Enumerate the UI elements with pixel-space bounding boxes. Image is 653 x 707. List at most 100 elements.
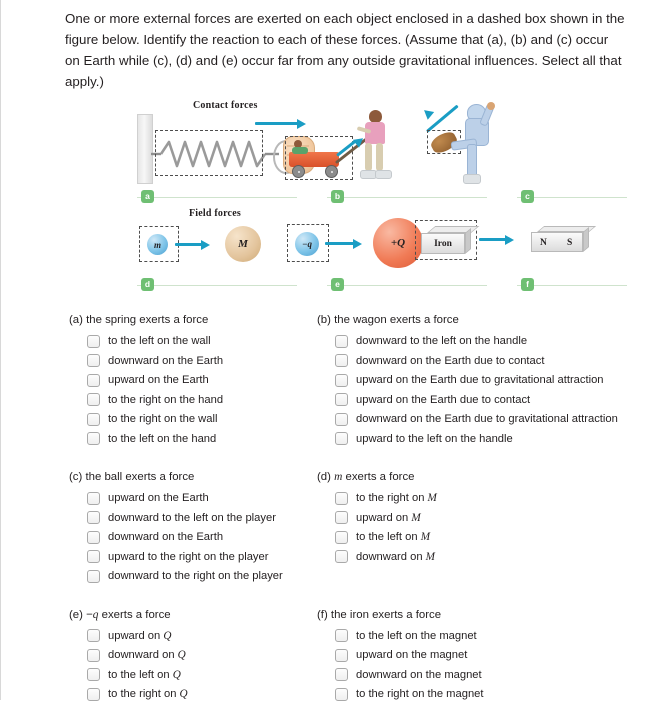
- magnet-north-label: N: [540, 238, 547, 248]
- option-b-1-label: downward to the left on the handle: [356, 335, 528, 347]
- question-content: One or more external forces are exerted …: [59, 0, 653, 707]
- option-f-3-label: downward on the magnet: [356, 668, 482, 681]
- checkbox-b-5[interactable]: [335, 412, 348, 426]
- iron-block: Iron: [421, 226, 480, 254]
- option-a-5[interactable]: to the right on the wall: [61, 412, 293, 426]
- checkbox-a-3[interactable]: [87, 373, 100, 387]
- checkbox-f-2[interactable]: [335, 648, 348, 662]
- option-d-1[interactable]: to the right on M: [309, 491, 609, 505]
- option-f-3[interactable]: downward on the magnet: [309, 668, 609, 682]
- checkbox-e-1[interactable]: [87, 629, 100, 642]
- checkbox-c-4[interactable]: [87, 550, 100, 563]
- answer-group-a: (a) the spring exerts a force to the lef…: [61, 313, 293, 451]
- answer-row-cd: (c) the ball exerts a force upward on th…: [61, 470, 621, 589]
- option-e-1[interactable]: upward on Q: [61, 629, 293, 643]
- option-a-2[interactable]: downward on the Earth: [61, 354, 293, 368]
- option-d-3[interactable]: to the left on M: [309, 530, 609, 544]
- force-arrow-e-line: [325, 242, 355, 245]
- answer-group-c: (c) the ball exerts a force upward on th…: [61, 470, 293, 589]
- checkbox-a-5[interactable]: [87, 412, 100, 426]
- magnet-south-label: S: [567, 238, 573, 248]
- option-b-6[interactable]: upward to the left on the handle: [309, 432, 609, 446]
- option-a-1[interactable]: to the left on the wall: [61, 334, 293, 348]
- option-b-2[interactable]: downward on the Earth due to contact: [309, 354, 609, 368]
- checkbox-d-3[interactable]: [335, 530, 348, 544]
- checkbox-b-6[interactable]: [335, 432, 348, 445]
- checkbox-c-1[interactable]: [87, 491, 100, 505]
- option-f-1[interactable]: to the left on the magnet: [309, 629, 609, 643]
- rule-a: [137, 197, 297, 198]
- option-e-4[interactable]: to the right on Q: [61, 687, 293, 701]
- checkbox-f-4[interactable]: [335, 687, 348, 701]
- option-a-3[interactable]: upward on the Earth: [61, 373, 293, 387]
- checkbox-f-1[interactable]: [335, 629, 348, 642]
- answer-group-e: (e) −q exerts a force upward on Q downwa…: [61, 608, 293, 707]
- figure-panel-c: [411, 102, 521, 186]
- checkbox-e-3[interactable]: [87, 668, 100, 681]
- option-c-1[interactable]: upward on the Earth: [61, 491, 293, 505]
- option-f-2[interactable]: upward on the magnet: [309, 648, 609, 662]
- option-e-4-label: to the right on Q: [108, 688, 188, 700]
- option-c-2-label: downward to the left on the player: [108, 511, 276, 524]
- checkbox-e-4[interactable]: [87, 687, 100, 701]
- checkbox-d-2[interactable]: [335, 511, 348, 524]
- option-b-3-label: upward on the Earth due to gravitational…: [356, 374, 604, 386]
- checkbox-f-3[interactable]: [335, 668, 348, 681]
- option-a-3-label: upward on the Earth: [108, 374, 209, 386]
- part-e-title: (e) −q exerts a force: [69, 608, 293, 623]
- iron-block-label: Iron: [434, 239, 452, 249]
- option-c-5[interactable]: downward to the right on the player: [61, 569, 293, 583]
- checkbox-b-2[interactable]: [335, 354, 348, 367]
- checkbox-b-1[interactable]: [335, 334, 348, 348]
- option-f-4[interactable]: to the right on the magnet: [309, 687, 609, 701]
- option-e-3[interactable]: to the left on Q: [61, 668, 293, 682]
- answer-group-d: (d) m exerts a force to the right on M u…: [309, 470, 609, 589]
- checkbox-a-2[interactable]: [87, 354, 100, 367]
- part-e-title-prefix: (e) −: [69, 608, 93, 621]
- checkbox-b-4[interactable]: [335, 393, 348, 406]
- option-a-6[interactable]: to the left on the hand: [61, 432, 293, 446]
- checkbox-c-3[interactable]: [87, 530, 100, 544]
- option-d-4[interactable]: downward on M: [309, 550, 609, 564]
- option-a-4[interactable]: to the right on the hand: [61, 393, 293, 407]
- question-stem: One or more external forces are exerted …: [65, 11, 625, 89]
- part-b-title: (b) the wagon exerts a force: [317, 314, 459, 326]
- checkbox-c-5[interactable]: [87, 569, 100, 583]
- checkbox-a-4[interactable]: [87, 393, 100, 406]
- checkbox-b-3[interactable]: [335, 373, 348, 387]
- part-d-title: (d) m exerts a force: [317, 470, 609, 485]
- checkbox-d-4[interactable]: [335, 550, 348, 563]
- player-leg-standing: [467, 144, 477, 178]
- option-b-3[interactable]: upward on the Earth due to gravitational…: [309, 373, 609, 387]
- mass-M-sphere: M: [225, 226, 261, 262]
- option-c-4[interactable]: upward to the right on the player: [61, 550, 293, 564]
- magnet-side: [583, 226, 589, 252]
- option-b-4-label: upward on the Earth due to contact: [356, 393, 531, 406]
- checkbox-c-2[interactable]: [87, 511, 100, 524]
- option-a-2-label: downward on the Earth: [108, 354, 224, 367]
- option-e-2[interactable]: downward on Q: [61, 648, 293, 662]
- option-b-4[interactable]: upward on the Earth due to contact: [309, 393, 609, 407]
- dashed-box-spring: [155, 130, 263, 176]
- figure-panel-f: Iron N S: [415, 214, 615, 270]
- part-a-title: (a) the spring exerts a force: [69, 314, 209, 326]
- part-d-title-suffix: exerts a force: [342, 471, 415, 483]
- iron-block-side: [465, 227, 471, 254]
- option-c-3[interactable]: downward on the Earth: [61, 530, 293, 544]
- option-b-5[interactable]: downward on the Earth due to gravitation…: [309, 412, 618, 426]
- contact-forces-label: Contact forces: [193, 100, 258, 111]
- mass-m-label: m: [153, 239, 161, 250]
- option-d-1-label: to the right on M: [356, 492, 437, 504]
- checkbox-a-1[interactable]: [87, 334, 100, 348]
- checkbox-e-2[interactable]: [87, 648, 100, 662]
- checkbox-d-1[interactable]: [335, 491, 348, 505]
- option-b-1[interactable]: downward to the left on the handle: [309, 334, 609, 348]
- rule-b: [327, 197, 487, 198]
- option-f-1-label: to the left on the magnet: [356, 629, 477, 642]
- option-c-2[interactable]: downward to the left on the player: [61, 511, 293, 525]
- checkbox-a-6[interactable]: [87, 432, 100, 445]
- panel-badge-e: e: [331, 278, 344, 291]
- player-hand: [487, 102, 495, 110]
- option-d-2[interactable]: upward on M: [309, 511, 609, 525]
- option-e-2-label: downward on Q: [108, 649, 186, 661]
